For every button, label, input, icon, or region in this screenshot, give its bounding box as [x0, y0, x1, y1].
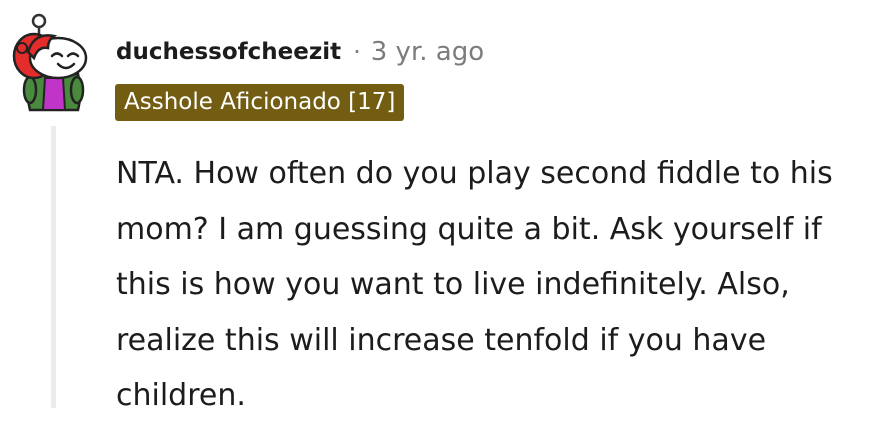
comment-header: duchessofcheezit · 3 yr. ago — [116, 32, 484, 72]
user-avatar[interactable] — [8, 8, 96, 112]
metadata-separator: · — [353, 38, 361, 66]
thread-line[interactable] — [51, 126, 56, 408]
snoo-avatar-icon — [12, 13, 88, 112]
comment-body: NTA. How often do you play second fiddle… — [116, 156, 833, 413]
user-flair-badge: Asshole Aficionado [17] — [115, 84, 405, 121]
comment-timestamp[interactable]: 3 yr. ago — [371, 37, 484, 67]
username-link[interactable]: duchessofcheezit — [116, 39, 341, 65]
